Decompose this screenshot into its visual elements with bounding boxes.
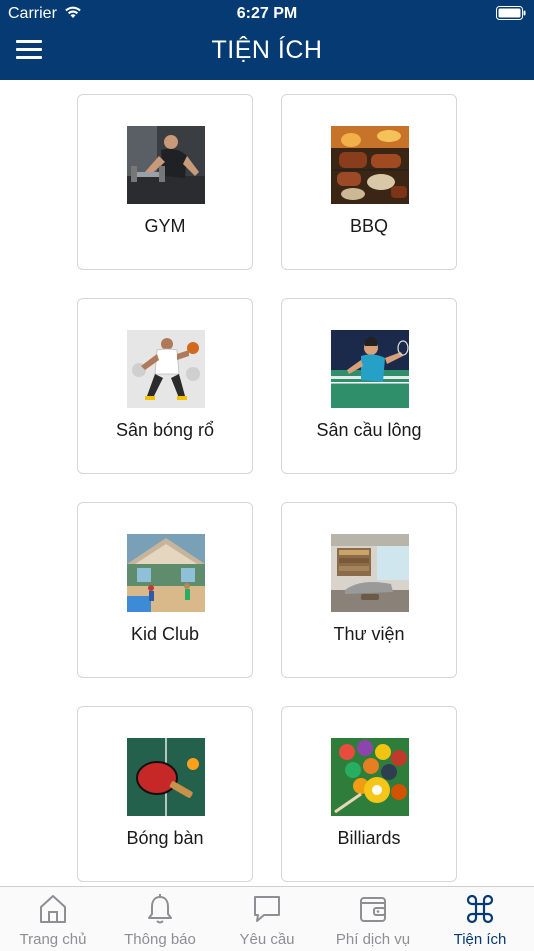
status-bar: Carrier 6:27 PM <box>0 0 534 28</box>
amenity-card-kid-club[interactable]: Kid Club <box>77 502 253 678</box>
kid-club-photo <box>127 534 205 612</box>
chat-bubble-icon <box>254 896 280 922</box>
battery-icon <box>496 6 526 20</box>
bell-icon <box>148 894 172 924</box>
bbq-photo <box>331 126 409 204</box>
amenity-label: Kid Club <box>130 624 200 644</box>
amenity-card-basketball-court[interactable]: Sân bóng rổ <box>77 298 253 474</box>
library-photo <box>331 534 409 612</box>
tab-requests[interactable]: Yêu cầu <box>214 887 320 951</box>
amenity-card-badminton-court[interactable]: Sân cầu lông <box>281 298 457 474</box>
amenity-card-gym[interactable]: GYM <box>77 94 253 270</box>
amenity-label: Sân bóng rổ <box>115 420 215 440</box>
amenity-label: Thư viện <box>333 624 405 644</box>
tab-home[interactable]: Trang chủ <box>0 887 106 951</box>
tab-label: Tiện ích <box>453 931 507 948</box>
home-icon <box>40 895 66 923</box>
command-icon <box>466 894 494 924</box>
amenity-grid: GYM BBQ Sân bóng rổ Sân cầu lông Kid Clu… <box>0 80 534 886</box>
tab-amenities[interactable]: Tiện ích <box>427 887 533 951</box>
amenity-label: GYM <box>144 216 186 236</box>
page-title: TIỆN ÍCH <box>211 36 323 64</box>
amenity-card-billiards[interactable]: Billiards <box>281 706 457 882</box>
tab-notifications[interactable]: Thông báo <box>107 887 213 951</box>
table-tennis-photo <box>127 738 205 816</box>
gym-photo <box>127 126 205 204</box>
amenity-card-table-tennis[interactable]: Bóng bàn <box>77 706 253 882</box>
billiards-photo <box>331 738 409 816</box>
tab-label: Thông báo <box>124 931 196 948</box>
bottom-tab-bar: Trang chủ Thông báo Yêu cầu Phí dịch vụ … <box>0 886 534 951</box>
badminton-photo <box>331 330 409 408</box>
amenity-label: BBQ <box>349 216 388 236</box>
amenity-label: Sân cầu lông <box>316 420 422 440</box>
tab-label: Yêu cầu <box>239 931 295 948</box>
wallet-icon <box>360 897 386 922</box>
tab-label: Trang chủ <box>19 931 87 948</box>
amenity-card-library[interactable]: Thư viện <box>281 502 457 678</box>
status-time: 6:27 PM <box>236 5 298 22</box>
tab-service-fees[interactable]: Phí dịch vụ <box>320 887 426 951</box>
basketball-photo <box>127 330 205 408</box>
top-bar: Carrier 6:27 PM TIỆN ÍCH <box>0 0 534 80</box>
tab-label: Phí dịch vụ <box>335 931 411 948</box>
amenity-label: Bóng bàn <box>126 828 204 848</box>
amenity-card-bbq[interactable]: BBQ <box>281 94 457 270</box>
amenity-label: Billiards <box>337 828 401 848</box>
